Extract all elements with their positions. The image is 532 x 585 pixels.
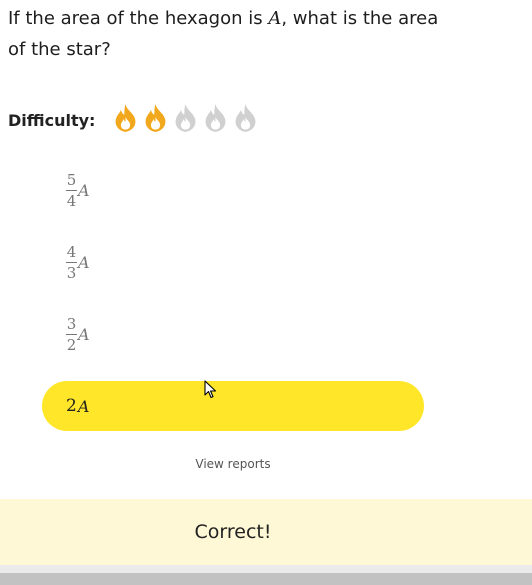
- flame-icon: [236, 104, 256, 132]
- answer-choice-4[interactable]: 2A: [42, 381, 424, 431]
- flame-rating: [111, 103, 261, 137]
- fraction: 5 4: [66, 172, 77, 209]
- feedback-banner: Correct!: [0, 499, 532, 565]
- choice-variable: A: [78, 252, 90, 272]
- divider: [0, 565, 532, 573]
- flame-icon: [116, 104, 136, 132]
- difficulty-rating: Difficulty:: [8, 104, 261, 136]
- difficulty-label: Difficulty:: [8, 110, 96, 130]
- fraction-bar: [66, 333, 77, 335]
- fraction-numerator: 5: [66, 170, 77, 189]
- choice-variable: A: [77, 396, 90, 416]
- flame-icon: [146, 104, 166, 132]
- answer-choice-2[interactable]: 4 3 A: [42, 237, 424, 287]
- question-variable: A: [268, 8, 282, 29]
- horizontal-scrollbar[interactable]: [0, 573, 532, 585]
- mouse-cursor-icon: [204, 380, 217, 399]
- choice-variable: A: [78, 324, 90, 344]
- answer-choice-3[interactable]: 3 2 A: [42, 309, 424, 359]
- fraction-numerator: 4: [66, 242, 77, 261]
- fraction-denominator: 3: [66, 263, 77, 282]
- fraction-numerator: 3: [66, 314, 77, 333]
- flame-icon: [206, 104, 226, 132]
- view-reports-link[interactable]: View reports: [0, 457, 466, 471]
- fraction-bar: [66, 189, 77, 191]
- fraction-denominator: 4: [66, 191, 77, 210]
- flame-icon: [176, 104, 196, 132]
- feedback-text: Correct!: [194, 521, 272, 543]
- answer-choice-1[interactable]: 5 4 A: [42, 165, 424, 215]
- fraction-denominator: 2: [66, 335, 77, 354]
- fraction-bar: [66, 261, 77, 263]
- question-line2: of the star?: [8, 39, 111, 60]
- fraction: 4 3: [66, 244, 77, 281]
- choice-coefficient: 2: [66, 396, 77, 416]
- choice-variable: A: [78, 180, 90, 200]
- question-text: If the area of the hexagon is A, what is…: [8, 3, 528, 65]
- fraction: 3 2: [66, 316, 77, 353]
- question-prefix: If the area of the hexagon is: [8, 8, 269, 29]
- question-suffix: , what is the area: [281, 8, 439, 29]
